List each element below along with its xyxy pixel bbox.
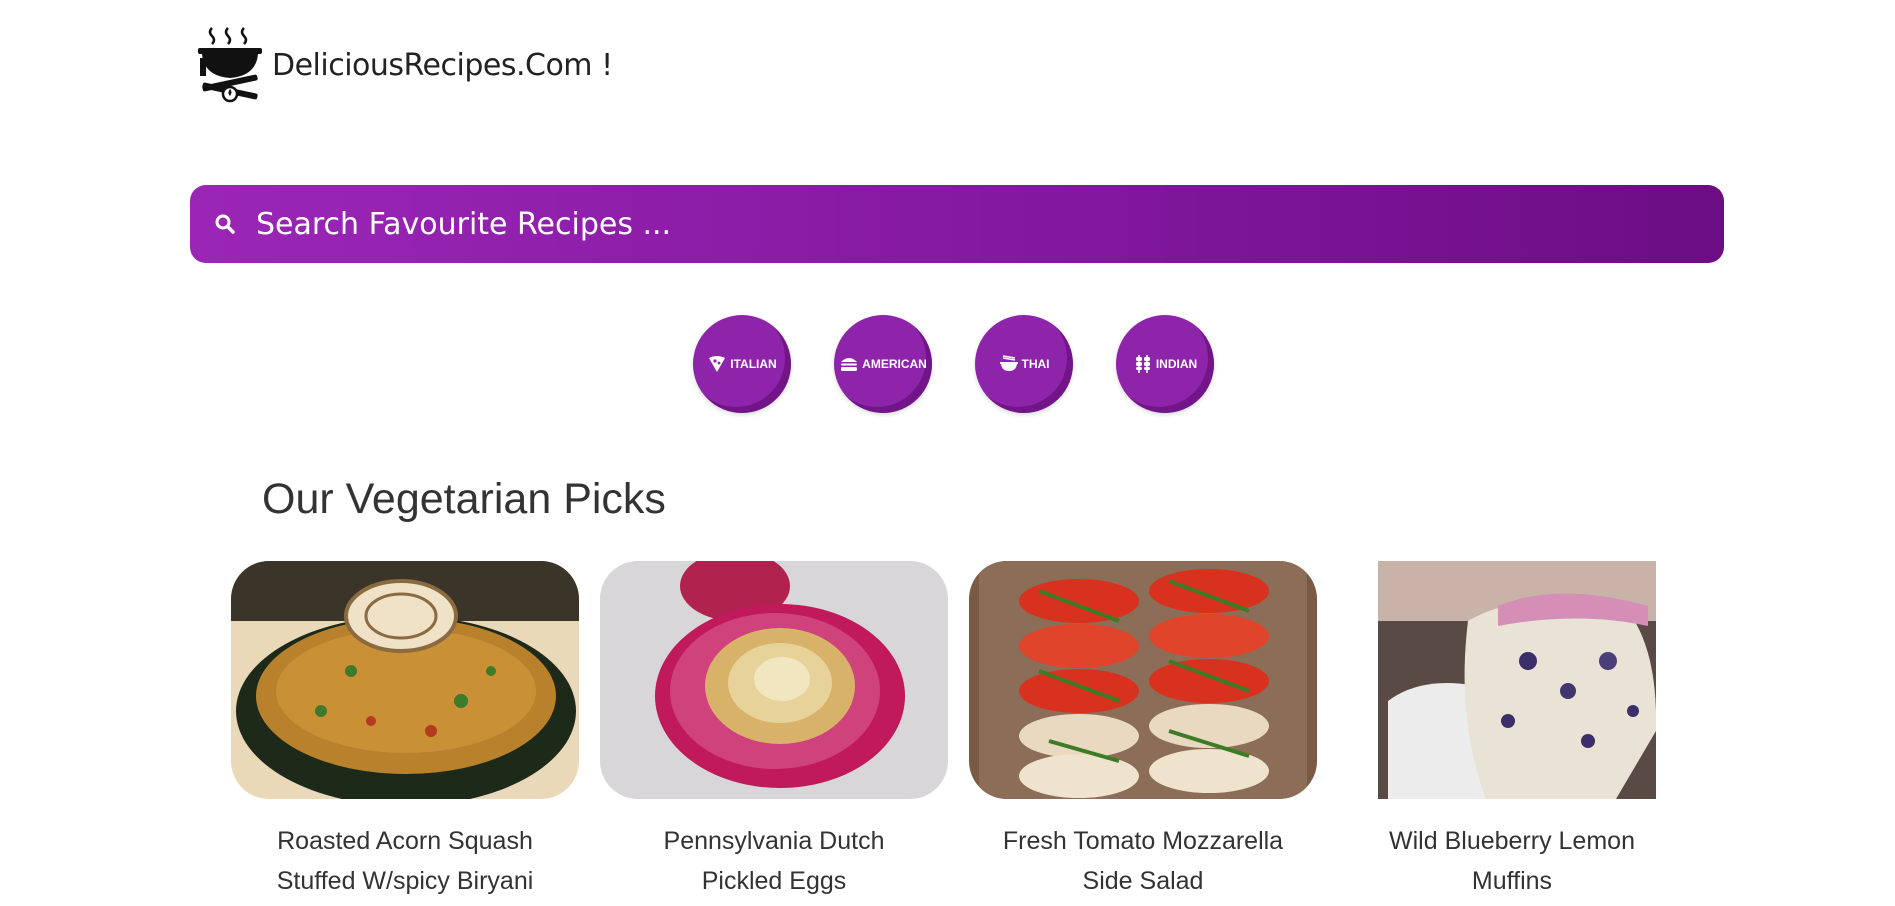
search-icon xyxy=(215,214,235,234)
recipe-title[interactable]: Fresh Tomato Mozzarella Side Salad xyxy=(969,821,1317,901)
recipe-title[interactable]: Pennsylvania Dutch Pickled Eggs xyxy=(600,821,948,901)
category-label: ITALIAN xyxy=(730,357,777,371)
recipe-title[interactable]: Wild Blueberry Lemon Muffins xyxy=(1338,821,1686,901)
recipe-card[interactable]: Wild Blueberry Lemon Muffins xyxy=(1338,561,1686,901)
noodle-bowl-icon xyxy=(999,355,1018,371)
brand-name: DeliciousRecipes.Com ! xyxy=(272,47,613,83)
stuffed-acorn-squash-photo[interactable] xyxy=(231,561,579,799)
recipe-card[interactable]: Roasted Acorn Squash Stuffed W/spicy Bir… xyxy=(231,561,579,901)
category-thai[interactable]: THAI xyxy=(975,315,1073,413)
tomato-mozzarella-salad-photo[interactable] xyxy=(969,561,1317,799)
cuisine-categories: ITALIAN AMERICAN THAI INDIAN xyxy=(693,315,1214,413)
kebab-skewer-icon xyxy=(1135,355,1150,373)
brand-logo[interactable]: DeliciousRecipes.Com ! xyxy=(196,24,613,104)
category-italian[interactable]: ITALIAN xyxy=(693,315,791,413)
search-input[interactable] xyxy=(256,185,1724,263)
recipe-card[interactable]: Pennsylvania Dutch Pickled Eggs xyxy=(600,561,948,901)
recipe-title[interactable]: Roasted Acorn Squash Stuffed W/spicy Bir… xyxy=(231,821,579,901)
pickled-egg-photo[interactable] xyxy=(600,561,948,799)
pizza-slice-icon xyxy=(709,356,726,372)
category-label: THAI xyxy=(1021,357,1050,371)
section-title: Our Vegetarian Picks xyxy=(262,475,666,523)
burger-icon xyxy=(841,358,858,371)
cooking-pot-fire-icon xyxy=(198,27,262,103)
category-label: AMERICAN xyxy=(862,357,927,371)
category-american[interactable]: AMERICAN xyxy=(834,315,932,413)
blueberry-muffin-photo[interactable] xyxy=(1378,561,1656,799)
recipe-cards: Roasted Acorn Squash Stuffed W/spicy Bir… xyxy=(231,561,1686,901)
recipe-card[interactable]: Fresh Tomato Mozzarella Side Salad xyxy=(969,561,1317,901)
category-label: INDIAN xyxy=(1155,357,1198,371)
category-indian[interactable]: INDIAN xyxy=(1116,315,1214,413)
search-bar[interactable] xyxy=(190,185,1724,263)
